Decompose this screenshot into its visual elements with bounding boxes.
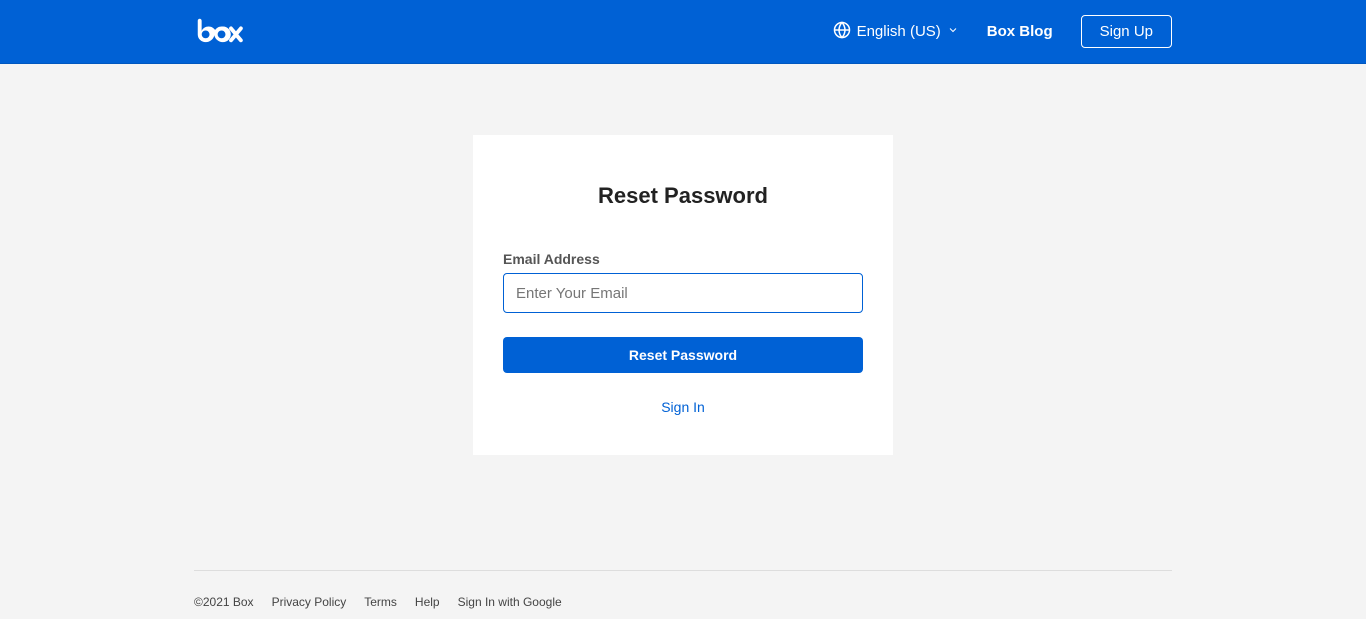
footer-links: ©2021 Box Privacy Policy Terms Help Sign… bbox=[194, 595, 1172, 609]
header: English (US) Box Blog Sign Up bbox=[0, 0, 1366, 64]
footer-divider bbox=[194, 570, 1172, 571]
chevron-down-icon bbox=[947, 23, 959, 40]
header-right: English (US) Box Blog Sign Up bbox=[833, 15, 1172, 48]
terms-link[interactable]: Terms bbox=[364, 595, 397, 609]
language-selector[interactable]: English (US) bbox=[833, 21, 959, 43]
email-label: Email Address bbox=[503, 251, 863, 267]
signin-link[interactable]: Sign In bbox=[503, 399, 863, 415]
reset-password-card: Reset Password Email Address Reset Passw… bbox=[473, 135, 893, 455]
main-content: Reset Password Email Address Reset Passw… bbox=[0, 64, 1366, 455]
language-label: English (US) bbox=[857, 23, 941, 40]
footer: ©2021 Box Privacy Policy Terms Help Sign… bbox=[0, 570, 1366, 619]
card-title: Reset Password bbox=[503, 183, 863, 209]
box-logo[interactable] bbox=[194, 18, 246, 46]
help-link[interactable]: Help bbox=[415, 595, 440, 609]
reset-password-button[interactable]: Reset Password bbox=[503, 337, 863, 373]
privacy-link[interactable]: Privacy Policy bbox=[272, 595, 347, 609]
google-signin-link[interactable]: Sign In with Google bbox=[458, 595, 562, 609]
signup-button[interactable]: Sign Up bbox=[1081, 15, 1172, 48]
email-input[interactable] bbox=[503, 273, 863, 313]
globe-icon bbox=[833, 21, 851, 43]
copyright-text: ©2021 Box bbox=[194, 595, 254, 609]
blog-link[interactable]: Box Blog bbox=[987, 23, 1053, 40]
